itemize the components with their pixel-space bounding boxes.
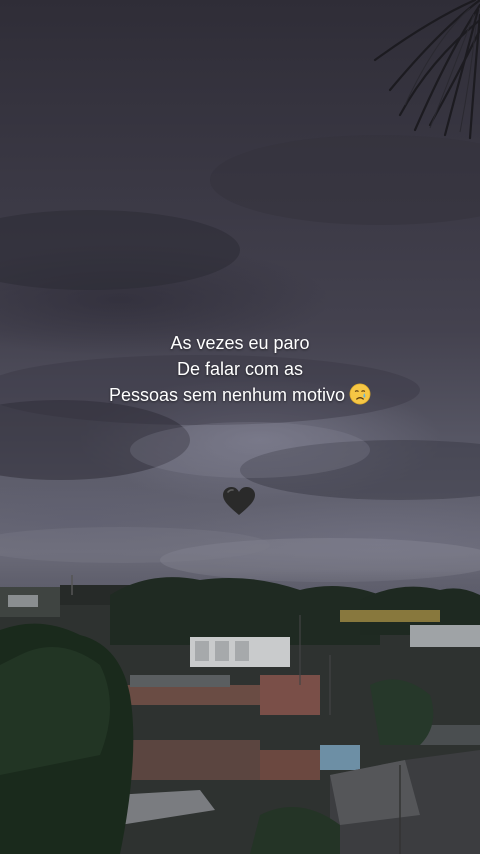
photo-background: As vezes eu paro De falar com as Pessoas… [0,0,480,854]
caption-line-3-text: Pessoas sem nenhum motivo [108,385,346,405]
caption-line-2: De falar com as [176,359,304,379]
caption-line-3: Pessoas sem nenhum motivo [0,382,480,408]
crying-face-icon [349,383,371,405]
city-skyline [0,575,480,854]
black-heart-icon [223,487,255,515]
caption-line-1: As vezes eu paro [170,333,310,353]
story-caption: As vezes eu paro De falar com as Pessoas… [0,330,480,408]
palm-leaf [373,0,480,140]
